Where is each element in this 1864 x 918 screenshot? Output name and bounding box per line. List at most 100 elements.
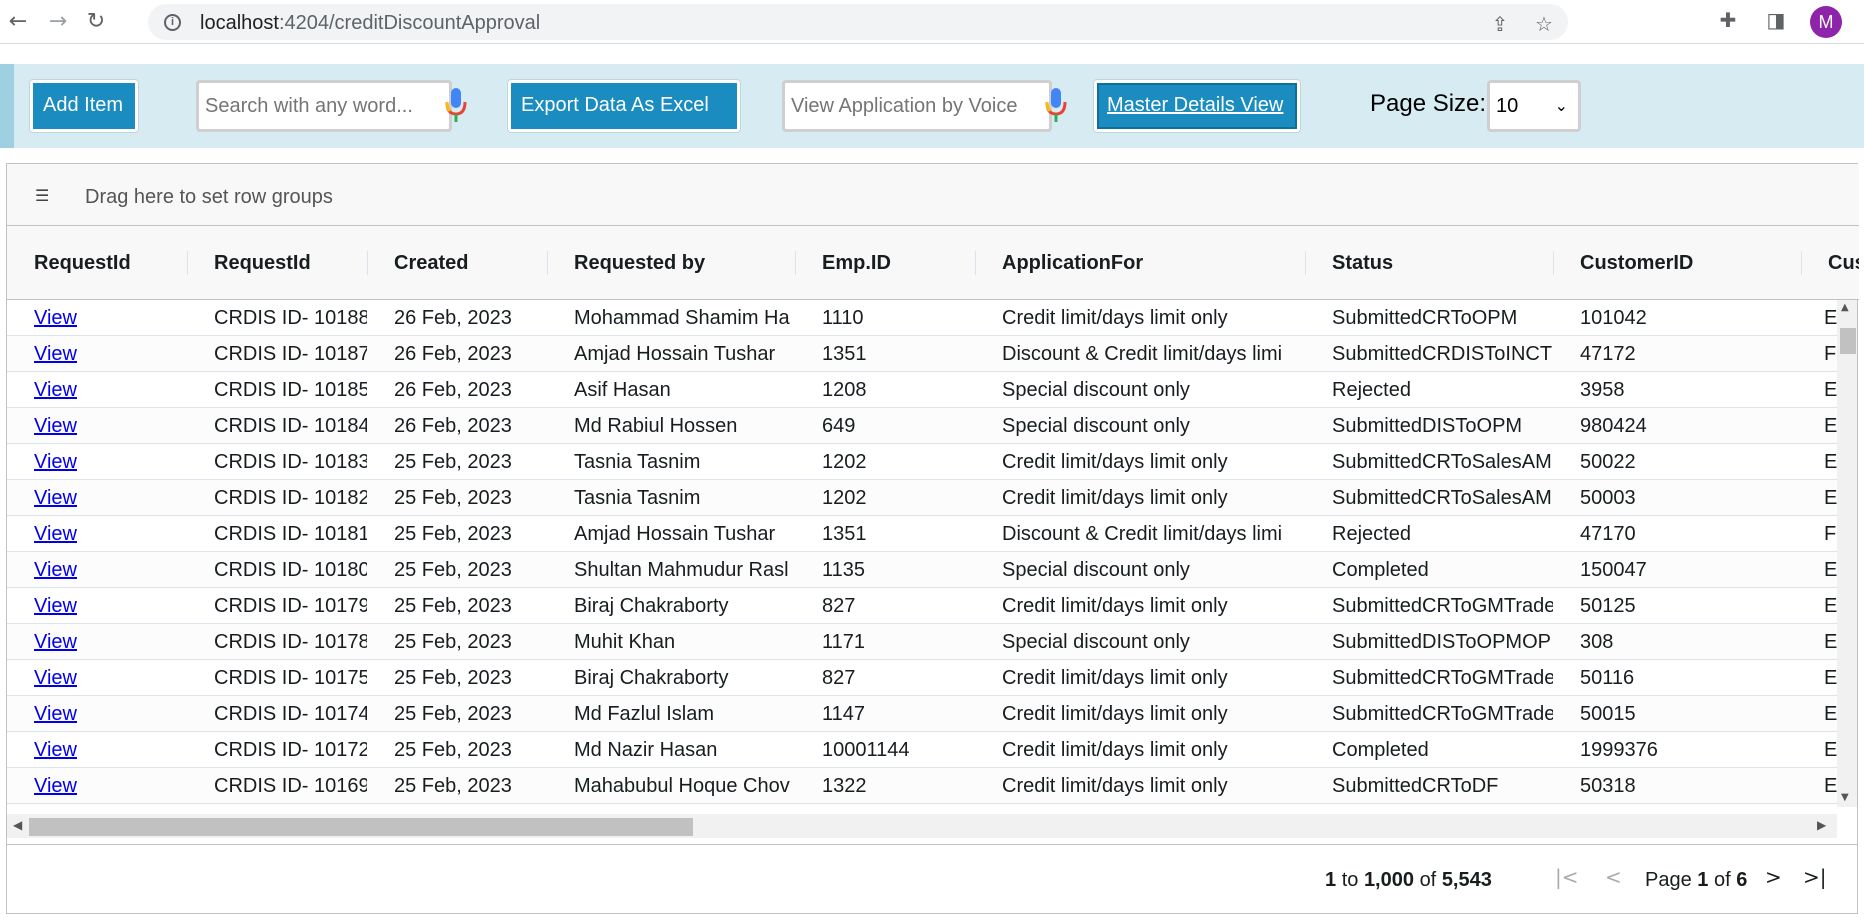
star-icon[interactable]: ☆ xyxy=(1532,12,1556,36)
cell-request-id: CRDIS ID- 10180 xyxy=(214,559,367,581)
table-row[interactable]: View CRDIS ID- 10183 25 Feb, 2023 Tasnia Ta… xyxy=(7,444,1837,480)
view-link: View xyxy=(7,300,187,336)
view-link[interactable]: View xyxy=(34,667,77,689)
scroll-left-icon[interactable]: ◀ xyxy=(13,818,22,832)
view-link[interactable]: View xyxy=(34,775,77,797)
column-header-created[interactable]: Created xyxy=(367,226,547,300)
export-excel-button[interactable]: Export Data As Excel xyxy=(507,79,741,133)
master-details-view-button[interactable]: Master Details View xyxy=(1093,79,1301,133)
previous-page-icon[interactable]: < xyxy=(1605,865,1622,889)
info-icon[interactable]: i xyxy=(164,14,181,31)
cell-customer-id: 980424 xyxy=(1580,415,1647,437)
cell-application-for: Credit limit/days limit only xyxy=(1002,667,1228,689)
table-row[interactable]: View CRDIS ID- 10172 25 Feb, 2023 Md Nazir … xyxy=(7,732,1837,768)
column-header-status[interactable]: Status xyxy=(1305,226,1553,300)
page-size-select[interactable]: 10 ⌄ xyxy=(1487,80,1581,132)
view-link[interactable]: View xyxy=(34,595,77,617)
table-row[interactable]: View CRDIS ID- 10188 26 Feb, 2023 Mohammad … xyxy=(7,300,1837,336)
row-group-icon: ☰ xyxy=(35,186,50,205)
cell-emp-id: 1208 xyxy=(822,379,867,401)
cell-created: 25 Feb, 2023 xyxy=(394,667,512,689)
column-header-emp-id[interactable]: Emp.ID xyxy=(795,226,975,300)
column-header-application-for[interactable]: ApplicationFor xyxy=(975,226,1305,300)
cell-cus: E xyxy=(1824,703,1837,725)
row-group-panel[interactable]: ☰ Drag here to set row groups xyxy=(7,164,1859,226)
table-row[interactable]: View CRDIS ID- 10185 26 Feb, 2023 Asif Hasa… xyxy=(7,372,1837,408)
column-header-requested-by[interactable]: Requested by xyxy=(547,226,795,300)
mic-icon[interactable] xyxy=(1042,86,1070,126)
vertical-scrollbar[interactable]: ▲ ▼ xyxy=(1837,300,1857,807)
first-page-icon[interactable]: |< xyxy=(1555,865,1579,889)
profile-avatar[interactable]: M xyxy=(1810,6,1842,38)
forward-arrow-icon[interactable]: → xyxy=(44,8,72,36)
cell-cus: E xyxy=(1824,595,1837,617)
vertical-scroll-thumb[interactable] xyxy=(1840,328,1856,354)
address-bar[interactable]: i localhost:4204/creditDiscountApproval … xyxy=(148,4,1568,40)
table-row[interactable]: View CRDIS ID- 10180 25 Feb, 2023 Shultan M… xyxy=(7,552,1837,588)
view-link[interactable]: View xyxy=(34,487,77,509)
row-summary: 1 to 1,000 of 5,543 xyxy=(1325,869,1492,891)
cell-created: 26 Feb, 2023 xyxy=(394,415,512,437)
next-page-icon[interactable]: > xyxy=(1765,865,1782,889)
url-text[interactable]: localhost:4204/creditDiscountApproval xyxy=(200,12,540,35)
view-link: View xyxy=(7,480,187,516)
scroll-right-icon[interactable]: ▶ xyxy=(1817,818,1826,832)
table-row[interactable]: View CRDIS ID- 10174 25 Feb, 2023 Md Fazlul… xyxy=(7,696,1837,732)
back-arrow-icon[interactable]: ← xyxy=(4,8,32,36)
last-page-icon[interactable]: >| xyxy=(1803,865,1827,889)
table-row[interactable]: View CRDIS ID- 10184 26 Feb, 2023 Md Rabiul… xyxy=(7,408,1837,444)
cell-created: 25 Feb, 2023 xyxy=(394,631,512,653)
column-header-requestid-link[interactable]: RequestId xyxy=(7,226,187,300)
view-link[interactable]: View xyxy=(34,379,77,401)
cell-requested-by: Asif Hasan xyxy=(574,379,671,401)
table-row[interactable]: View CRDIS ID- 10178 25 Feb, 2023 Muhit Kha… xyxy=(7,624,1837,660)
cell-application-for: Special discount only xyxy=(1002,379,1190,401)
add-item-button[interactable]: Add Item xyxy=(29,79,139,133)
view-link: View xyxy=(7,516,187,552)
cell-status: SubmittedCRToSalesAM xyxy=(1332,487,1552,509)
view-link: View xyxy=(7,732,187,768)
view-link[interactable]: View xyxy=(34,559,77,581)
view-link: View xyxy=(7,408,187,444)
column-header-cus[interactable]: Cus xyxy=(1801,226,1859,300)
pagination-panel: 1 to 1,000 of 5,543 |< < Page 1 of 6 > >… xyxy=(7,844,1857,913)
table-row[interactable]: View CRDIS ID- 10187 26 Feb, 2023 Amjad Hos… xyxy=(7,336,1837,372)
cell-application-for: Credit limit/days limit only xyxy=(1002,487,1228,509)
cell-requested-by: Biraj Chakraborty xyxy=(574,667,729,689)
view-link[interactable]: View xyxy=(34,703,77,725)
cell-application-for: Credit limit/days limit only xyxy=(1002,739,1228,761)
view-link: View xyxy=(7,336,187,372)
view-link: View xyxy=(7,624,187,660)
column-header-requestid[interactable]: RequestId xyxy=(187,226,367,300)
mic-icon[interactable] xyxy=(442,86,470,126)
cell-application-for: Credit limit/days limit only xyxy=(1002,595,1228,617)
cell-requested-by: Shultan Mahmudur Rasl xyxy=(574,559,789,581)
scroll-up-icon[interactable]: ▲ xyxy=(1841,302,1849,313)
search-input[interactable]: Search with any word... xyxy=(196,80,452,132)
side-panel-icon[interactable]: ◨ xyxy=(1764,8,1788,32)
table-row[interactable]: View CRDIS ID- 10179 25 Feb, 2023 Biraj Cha… xyxy=(7,588,1837,624)
view-link[interactable]: View xyxy=(34,739,77,761)
view-link[interactable]: View xyxy=(34,415,77,437)
view-link[interactable]: View xyxy=(34,523,77,545)
view-link[interactable]: View xyxy=(34,343,77,365)
scroll-down-icon[interactable]: ▼ xyxy=(1841,792,1849,803)
horizontal-scroll-thumb[interactable] xyxy=(29,818,693,836)
column-header-customer-id[interactable]: CustomerID xyxy=(1553,226,1801,300)
cell-created: 26 Feb, 2023 xyxy=(394,307,512,329)
horizontal-scrollbar[interactable]: ◀ ▶ xyxy=(7,814,1837,838)
view-link[interactable]: View xyxy=(34,631,77,653)
table-row[interactable]: View CRDIS ID- 10182 25 Feb, 2023 Tasnia Ta… xyxy=(7,480,1837,516)
reload-icon[interactable]: ↻ xyxy=(82,8,110,36)
view-link[interactable]: View xyxy=(34,451,77,473)
voice-search-input[interactable]: View Application by Voice xyxy=(782,80,1052,132)
cell-status: SubmittedCRToSalesAM xyxy=(1332,451,1552,473)
grid-body: View CRDIS ID- 10188 26 Feb, 2023 Mohammad … xyxy=(7,300,1837,841)
browser-toolbar: ← → ↻ i localhost:4204/creditDiscountApp… xyxy=(0,0,1864,44)
table-row[interactable]: View CRDIS ID- 10169 25 Feb, 2023 Mahabubul… xyxy=(7,768,1837,804)
share-icon[interactable]: ⇪ xyxy=(1488,12,1512,36)
extensions-icon[interactable]: ✚ xyxy=(1716,8,1740,32)
table-row[interactable]: View CRDIS ID- 10175 25 Feb, 2023 Biraj Cha… xyxy=(7,660,1837,696)
view-link[interactable]: View xyxy=(34,307,77,329)
table-row[interactable]: View CRDIS ID- 10181 25 Feb, 2023 Amjad Hos… xyxy=(7,516,1837,552)
